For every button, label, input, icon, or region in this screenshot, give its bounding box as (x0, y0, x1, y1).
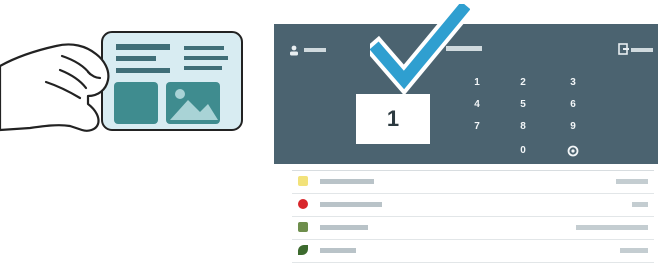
user-icon (290, 45, 298, 56)
item-label-placeholder (320, 202, 382, 207)
circle-check-icon (567, 145, 579, 157)
item-list (292, 170, 654, 263)
item-value-placeholder (632, 202, 648, 207)
box-icon (298, 222, 308, 232)
key-4[interactable]: 4 (452, 94, 502, 116)
hand-icon (0, 43, 110, 132)
list-item[interactable] (292, 217, 654, 240)
item-label-placeholder (320, 248, 356, 253)
user-name-placeholder (304, 48, 326, 52)
quantity-display: 1 (356, 94, 430, 144)
quantity-value: 1 (386, 106, 400, 131)
exit-icon[interactable] (618, 43, 630, 55)
item-value-placeholder (576, 225, 648, 230)
checkmark-icon (370, 4, 470, 96)
list-item[interactable] (292, 240, 654, 263)
key-2[interactable]: 2 (498, 72, 548, 94)
apple-icon (298, 199, 308, 209)
list-item[interactable] (292, 194, 654, 217)
key-5[interactable]: 5 (498, 94, 548, 116)
item-label-placeholder (320, 225, 368, 230)
hand-holding-card-illustration (0, 31, 243, 132)
item-value-placeholder (616, 179, 648, 184)
key-0[interactable]: 0 (498, 140, 548, 162)
item-value-placeholder (620, 248, 648, 253)
list-item[interactable] (292, 171, 654, 194)
item-label-placeholder (320, 179, 374, 184)
folder-icon (298, 176, 308, 186)
key-8[interactable]: 8 (498, 116, 548, 138)
key-3[interactable]: 3 (548, 72, 598, 94)
numeric-keypad: 1 2 3 4 5 6 7 8 9 0 (452, 72, 622, 162)
exit-label-placeholder (631, 48, 653, 52)
key-6[interactable]: 6 (548, 94, 598, 116)
product-card-icon (101, 31, 243, 131)
key-7[interactable]: 7 (452, 116, 502, 138)
leaf-icon (298, 245, 308, 255)
key-9[interactable]: 9 (548, 116, 598, 138)
confirm-key[interactable] (548, 140, 598, 162)
